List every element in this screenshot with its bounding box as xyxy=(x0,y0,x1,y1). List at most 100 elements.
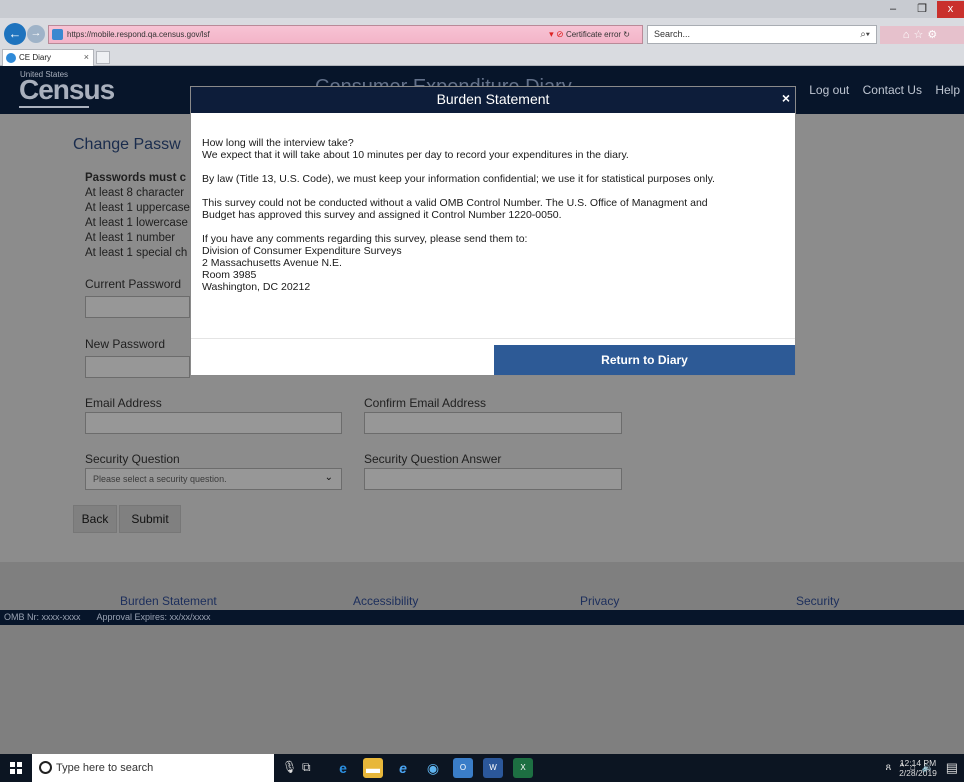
current-password-label: Current Password xyxy=(85,277,182,291)
tab-ce-diary[interactable]: CE Diary × xyxy=(2,49,94,66)
refresh-icon[interactable]: ↻ xyxy=(623,30,630,39)
modal-line: If you have any comments regarding this … xyxy=(202,233,528,245)
clock-time: 12:14 PM xyxy=(899,758,937,768)
footer-link-accessibility[interactable]: Accessibility xyxy=(353,594,418,608)
word-icon[interactable]: W xyxy=(483,758,503,778)
page-title: Change Passw xyxy=(73,136,181,153)
security-answer-field[interactable] xyxy=(364,468,622,490)
confirm-email-label: Confirm Email Address xyxy=(364,396,487,410)
modal-paragraph: This survey could not be conducted witho… xyxy=(202,197,792,221)
approval-expires: Approval Expires: xx/xx/xxxx xyxy=(96,612,211,622)
search-placeholder: Search... xyxy=(654,29,691,39)
email-field[interactable] xyxy=(85,412,342,434)
submit-button[interactable]: Submit xyxy=(119,505,181,533)
close-icon[interactable]: × xyxy=(782,90,790,106)
browser-navbar: ← → https://mobile.respond.qa.census.gov… xyxy=(0,22,964,48)
clock-date: 2/28/2019 xyxy=(899,768,937,778)
logo-underline xyxy=(19,106,89,108)
logout-link[interactable]: Log out xyxy=(809,83,849,97)
minimize-button[interactable]: – xyxy=(879,1,907,18)
footer-link-burden[interactable]: Burden Statement xyxy=(120,594,217,608)
omb-number: OMB Nr: xxxx-xxxx xyxy=(4,612,81,622)
footer-link-security[interactable]: Security xyxy=(796,594,839,608)
modal-line: 2 Massachusetts Avenue N.E. xyxy=(202,257,342,269)
search-icon xyxy=(39,761,52,774)
browser-search-input[interactable]: Search... ⌕▾ xyxy=(647,25,877,44)
outlook-icon[interactable]: O xyxy=(453,758,473,778)
tab-favicon-icon xyxy=(6,53,16,63)
modal-line: By law (Title 13, U.S. Code), we must ke… xyxy=(202,173,715,185)
modal-title: Burden Statement xyxy=(436,91,550,107)
site-favicon-icon xyxy=(52,29,63,40)
modal-line: Budget has approved this survey and assi… xyxy=(202,209,562,221)
maximize-button[interactable]: ❐ xyxy=(908,1,936,18)
tab-strip: CE Diary × xyxy=(0,48,964,66)
modal-line: We expect that it will take about 10 min… xyxy=(202,149,629,161)
tab-title: CE Diary xyxy=(19,53,52,62)
back-button[interactable]: Back xyxy=(73,505,117,533)
modal-paragraph: How long will the interview take? We exp… xyxy=(202,137,792,161)
edge-icon[interactable]: e xyxy=(333,758,353,778)
certificate-error-indicator[interactable]: ▾ ⊘ Certificate error ↻ xyxy=(549,26,630,43)
header-nav: Log out Contact Us Help xyxy=(799,83,960,97)
browser-chrome: – ❐ x ← → https://mobile.respond.qa.cens… xyxy=(0,0,964,66)
home-icon[interactable]: ⌂ xyxy=(903,29,914,41)
contact-link[interactable]: Contact Us xyxy=(863,83,922,97)
footer-links: Burden Statement Accessibility Privacy S… xyxy=(0,594,964,610)
address-bar[interactable]: https://mobile.respond.qa.census.gov/lsf… xyxy=(48,25,643,44)
windows-start-icon[interactable] xyxy=(10,762,22,774)
security-answer-label: Security Question Answer xyxy=(364,452,502,466)
modal-divider xyxy=(191,338,795,339)
requirements-title: Passwords must c xyxy=(85,172,186,184)
url-text: https://mobile.respond.qa.census.gov/lsf xyxy=(67,30,210,39)
microphone-icon[interactable]: 🎙 xyxy=(282,760,297,774)
requirement-item: At least 1 number xyxy=(85,232,176,244)
modal-line: Washington, DC 20212 xyxy=(202,281,311,293)
omb-bar: OMB Nr: xxxx-xxxx Approval Expires: xx/x… xyxy=(0,610,964,625)
star-icon[interactable]: ☆ xyxy=(913,29,927,41)
new-tab-button[interactable] xyxy=(96,51,110,64)
new-password-label: New Password xyxy=(85,337,166,351)
page-background xyxy=(0,625,964,754)
internet-explorer-icon[interactable]: e xyxy=(393,758,413,778)
file-explorer-icon[interactable]: ▬ xyxy=(363,758,383,778)
footer-link-privacy[interactable]: Privacy xyxy=(580,594,619,608)
window-close-button[interactable]: x xyxy=(937,1,964,18)
modal-line: Room 3985 xyxy=(202,269,257,281)
help-link[interactable]: Help xyxy=(935,83,960,97)
chrome-icon[interactable]: ◉ xyxy=(423,758,443,778)
security-question-select[interactable]: Please select a security question. ⌄ xyxy=(85,468,342,490)
modal-body: How long will the interview take? We exp… xyxy=(202,137,792,305)
current-password-field[interactable] xyxy=(85,296,190,318)
windows-taskbar: Type here to search 🎙 ⧉ e ▬ e ◉ O W X ጸ … xyxy=(0,754,964,782)
forward-arrow-icon[interactable]: → xyxy=(27,25,45,43)
excel-icon[interactable]: X xyxy=(513,758,533,778)
task-view-icon[interactable]: ⧉ xyxy=(302,760,311,775)
people-icon[interactable]: ጸ xyxy=(885,762,891,773)
security-question-label: Security Question xyxy=(85,452,180,466)
tab-close-icon[interactable]: × xyxy=(84,50,89,65)
taskbar-clock[interactable]: 12:14 PM 2/28/2019 xyxy=(898,758,938,778)
new-password-field[interactable] xyxy=(85,356,190,378)
modal-header: Burden Statement × xyxy=(191,87,795,113)
return-to-diary-button[interactable]: Return to Diary xyxy=(494,345,795,375)
search-icon[interactable]: ⌕▾ xyxy=(860,26,870,43)
requirement-item: At least 1 uppercase xyxy=(85,202,190,214)
modal-paragraph: If you have any comments regarding this … xyxy=(202,233,792,293)
back-arrow-icon[interactable]: ← xyxy=(4,23,26,45)
cert-error-text: Certificate error xyxy=(565,30,622,39)
taskbar-search-input[interactable]: Type here to search xyxy=(32,754,274,782)
census-logo[interactable]: Census xyxy=(19,74,115,106)
modal-paragraph: By law (Title 13, U.S. Code), we must ke… xyxy=(202,173,792,185)
burden-statement-modal: Burden Statement × How long will the int… xyxy=(190,86,796,376)
taskbar-search-placeholder: Type here to search xyxy=(56,762,154,774)
modal-line: This survey could not be conducted witho… xyxy=(202,197,708,209)
notifications-icon[interactable]: ▤ xyxy=(946,760,958,776)
security-question-value: Please select a security question. xyxy=(93,474,227,484)
gear-icon[interactable]: ⚙ xyxy=(927,29,941,41)
window-titlebar: – ❐ x xyxy=(0,0,964,18)
chevron-down-icon: ⌄ xyxy=(324,472,333,483)
confirm-email-field[interactable] xyxy=(364,412,622,434)
warning-icon: ▾ ⊘ xyxy=(549,29,564,39)
toolbar-icons: ⌂☆⚙ xyxy=(880,26,964,44)
